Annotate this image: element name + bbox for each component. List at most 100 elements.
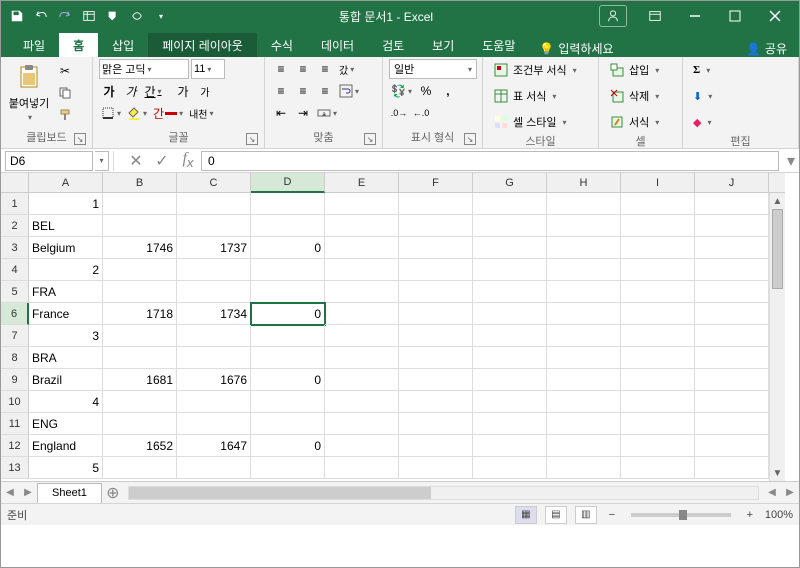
- row-header-9[interactable]: 9: [1, 369, 29, 391]
- cell-D11[interactable]: [251, 413, 325, 435]
- cell-D6[interactable]: 0: [251, 303, 325, 325]
- column-header-F[interactable]: F: [399, 173, 473, 193]
- vertical-scrollbar[interactable]: ▲ ▼: [769, 193, 785, 481]
- cell-B5[interactable]: [103, 281, 177, 303]
- formula-input[interactable]: 0: [201, 151, 779, 171]
- column-header-B[interactable]: B: [103, 173, 177, 193]
- cell-E12[interactable]: [325, 435, 399, 457]
- cell-G9[interactable]: [473, 369, 547, 391]
- row-header-3[interactable]: 3: [1, 237, 29, 259]
- percent-button[interactable]: %: [416, 81, 436, 101]
- cell-A13[interactable]: 5: [29, 457, 103, 479]
- cell-D7[interactable]: [251, 325, 325, 347]
- cell-D9[interactable]: 0: [251, 369, 325, 391]
- cell-A8[interactable]: BRA: [29, 347, 103, 369]
- cell-I13[interactable]: [621, 457, 695, 479]
- cell-C8[interactable]: [177, 347, 251, 369]
- cell-G13[interactable]: [473, 457, 547, 479]
- cell-B12[interactable]: 1652: [103, 435, 177, 457]
- cell-J3[interactable]: [695, 237, 769, 259]
- cell-A1[interactable]: 1: [29, 193, 103, 215]
- cell-F12[interactable]: [399, 435, 473, 457]
- cell-H9[interactable]: [547, 369, 621, 391]
- cell-C5[interactable]: [177, 281, 251, 303]
- cell-E7[interactable]: [325, 325, 399, 347]
- cell-A10[interactable]: 4: [29, 391, 103, 413]
- accept-formula-button[interactable]: ✓: [149, 151, 175, 171]
- cell-F10[interactable]: [399, 391, 473, 413]
- cell-styles-button[interactable]: 셀 스타일▾: [489, 111, 571, 133]
- row-header-13[interactable]: 13: [1, 457, 29, 479]
- expand-formula-bar[interactable]: ▾: [783, 151, 799, 171]
- cell-H6[interactable]: [547, 303, 621, 325]
- cell-C1[interactable]: [177, 193, 251, 215]
- qat-btn-4[interactable]: [77, 4, 101, 28]
- insert-cells-button[interactable]: 삽입▾: [605, 59, 663, 81]
- cell-H4[interactable]: [547, 259, 621, 281]
- row-header-7[interactable]: 7: [1, 325, 29, 347]
- cell-J9[interactable]: [695, 369, 769, 391]
- cell-G1[interactable]: [473, 193, 547, 215]
- fill-color-button[interactable]: ▾: [125, 103, 149, 123]
- row-header-5[interactable]: 5: [1, 281, 29, 303]
- cell-B4[interactable]: [103, 259, 177, 281]
- cell-H1[interactable]: [547, 193, 621, 215]
- normal-view-button[interactable]: ▦: [515, 506, 537, 524]
- bold-button[interactable]: 가: [99, 81, 119, 101]
- align-center-button[interactable]: ≡: [293, 81, 313, 101]
- cell-J13[interactable]: [695, 457, 769, 479]
- copy-button[interactable]: [55, 83, 75, 103]
- conditional-format-button[interactable]: 조건부 서식▾: [489, 59, 581, 81]
- minimize-button[interactable]: [675, 2, 715, 30]
- decrease-decimal-button[interactable]: ←.0: [411, 103, 431, 123]
- horizontal-scrollbar[interactable]: [128, 486, 759, 500]
- sheet-nav-prev[interactable]: ◀: [1, 484, 19, 502]
- vscroll-thumb[interactable]: [772, 209, 783, 289]
- cell-H12[interactable]: [547, 435, 621, 457]
- add-sheet-button[interactable]: ⊕: [102, 484, 124, 502]
- cell-C13[interactable]: [177, 457, 251, 479]
- cell-F5[interactable]: [399, 281, 473, 303]
- cell-D10[interactable]: [251, 391, 325, 413]
- cell-J2[interactable]: [695, 215, 769, 237]
- grow-font-button[interactable]: 가: [173, 81, 193, 101]
- page-layout-view-button[interactable]: ▤: [545, 506, 567, 524]
- font-size-combo[interactable]: 11▾: [191, 59, 225, 79]
- cell-E13[interactable]: [325, 457, 399, 479]
- cell-I4[interactable]: [621, 259, 695, 281]
- paste-button[interactable]: 붙여넣기 ▾: [7, 59, 51, 122]
- cell-I11[interactable]: [621, 413, 695, 435]
- format-cells-button[interactable]: 서식▾: [605, 111, 663, 133]
- cell-G2[interactable]: [473, 215, 547, 237]
- cell-J5[interactable]: [695, 281, 769, 303]
- cell-C2[interactable]: [177, 215, 251, 237]
- cell-J12[interactable]: [695, 435, 769, 457]
- cell-I3[interactable]: [621, 237, 695, 259]
- cell-C3[interactable]: 1737: [177, 237, 251, 259]
- cell-A6[interactable]: France: [29, 303, 103, 325]
- fx-button[interactable]: fx: [175, 151, 201, 171]
- cell-J7[interactable]: [695, 325, 769, 347]
- cell-J11[interactable]: [695, 413, 769, 435]
- cell-H8[interactable]: [547, 347, 621, 369]
- qat-btn-5[interactable]: [101, 4, 125, 28]
- tell-me-search[interactable]: 💡입력하세요: [529, 40, 623, 57]
- cell-C4[interactable]: [177, 259, 251, 281]
- cell-F13[interactable]: [399, 457, 473, 479]
- number-launcher[interactable]: ↘: [464, 133, 476, 145]
- cell-G8[interactable]: [473, 347, 547, 369]
- cell-F11[interactable]: [399, 413, 473, 435]
- cell-F3[interactable]: [399, 237, 473, 259]
- cell-A5[interactable]: FRA: [29, 281, 103, 303]
- column-header-D[interactable]: D: [251, 173, 325, 193]
- select-all-corner[interactable]: [1, 173, 29, 193]
- cell-C9[interactable]: 1676: [177, 369, 251, 391]
- delete-cells-button[interactable]: 삭제▾: [605, 85, 663, 107]
- indent-increase-button[interactable]: ⇥: [293, 103, 313, 123]
- cell-E9[interactable]: [325, 369, 399, 391]
- cell-G6[interactable]: [473, 303, 547, 325]
- cell-D12[interactable]: 0: [251, 435, 325, 457]
- cell-G5[interactable]: [473, 281, 547, 303]
- tab-home[interactable]: 홈: [59, 33, 98, 57]
- sheet-tab-1[interactable]: Sheet1: [37, 483, 102, 503]
